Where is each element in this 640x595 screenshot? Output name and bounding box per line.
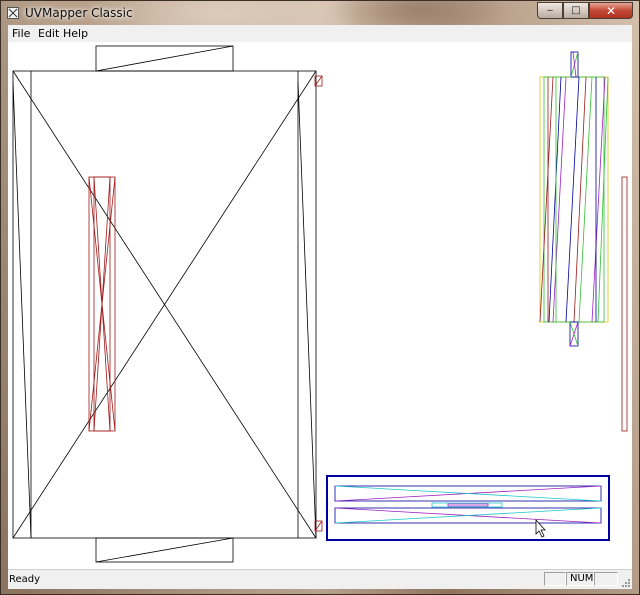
minimize-button[interactable]: ‒ <box>537 2 563 19</box>
status-pane-empty <box>544 572 566 586</box>
status-bar: Ready NUM <box>8 569 632 589</box>
close-button[interactable]: ✕ <box>589 2 633 19</box>
uv-shell-flat <box>326 475 610 541</box>
mouse-cursor-icon <box>535 518 546 538</box>
status-pane-num: NUM <box>566 572 594 586</box>
menu-file[interactable]: File <box>12 27 30 40</box>
status-pane-empty-2 <box>594 572 618 586</box>
menu-edit[interactable]: Edit <box>38 27 59 40</box>
caption-buttons: ‒ □ ✕ <box>537 2 633 20</box>
menu-bar: File Edit Help <box>8 25 632 43</box>
uv-shell-red <box>88 75 628 532</box>
app-icon[interactable] <box>7 7 19 19</box>
maximize-button[interactable]: □ <box>563 2 589 19</box>
window-title: UVMapper Classic <box>25 6 133 20</box>
resize-grip-icon[interactable] <box>621 578 631 588</box>
uv-shell-main <box>12 45 317 563</box>
uv-map-canvas[interactable] <box>8 42 632 569</box>
menu-help[interactable]: Help <box>63 27 88 40</box>
status-text: Ready <box>9 574 41 585</box>
uv-shell-cylinder <box>539 51 609 347</box>
uv-wireframe <box>12 45 628 563</box>
title-bar[interactable]: UVMapper Classic ‒ □ ✕ <box>1 1 639 25</box>
